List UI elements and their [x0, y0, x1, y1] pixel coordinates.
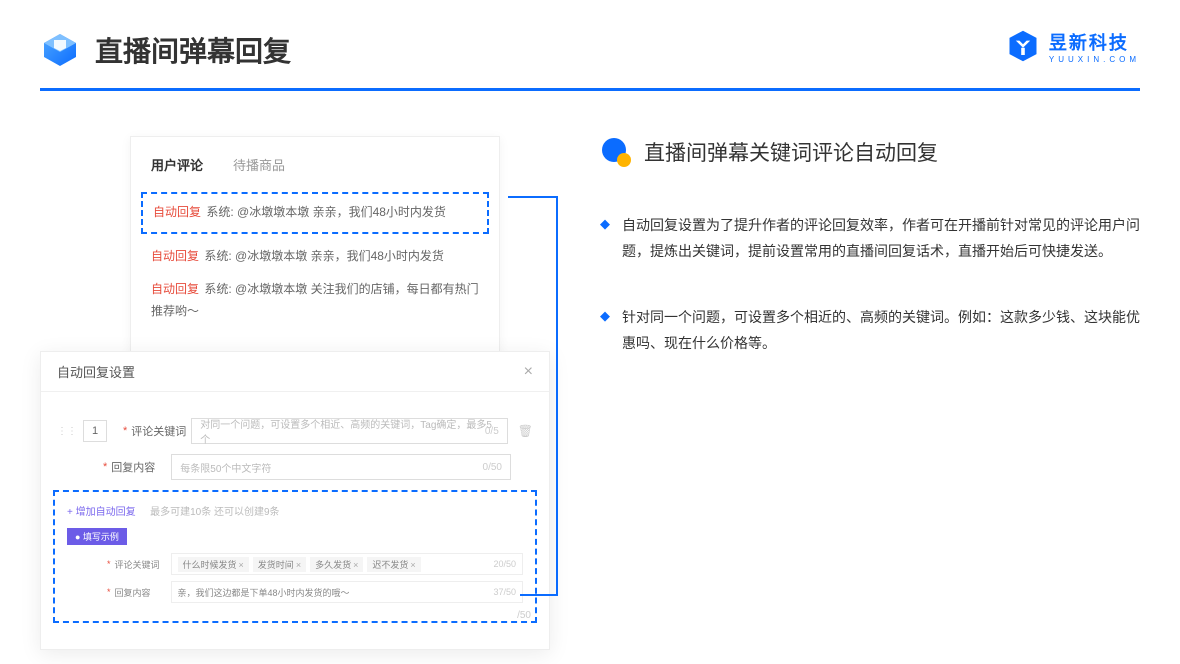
- keyword-chip[interactable]: 迟不发货×: [367, 557, 420, 572]
- close-icon[interactable]: ×: [524, 363, 533, 381]
- side-counter: /50: [517, 610, 531, 621]
- keyword-chip[interactable]: 多久发货×: [310, 557, 363, 572]
- brand-logo: 昱新科技 YUUXIN.COM: [1005, 28, 1140, 64]
- required-icon: *: [103, 461, 107, 473]
- bullet-item: ◆ 自动回复设置为了提升作者的评论回复效率，作者可在开播前针对常见的评论用户问题…: [600, 213, 1140, 265]
- chip-remove-icon[interactable]: ×: [296, 560, 301, 570]
- chip-remove-icon[interactable]: ×: [239, 560, 244, 570]
- comment-text: @冰墩墩本墩 亲亲，我们48小时内发货: [235, 249, 444, 263]
- ex-keyword-counter: 20/50: [493, 559, 516, 569]
- drag-handle-icon[interactable]: ⋮⋮: [57, 426, 77, 437]
- example-content-row: * 回复内容 亲，我们这边都是下单48小时内发货的哦～ 37/50: [67, 581, 523, 603]
- diamond-bullet-icon: ◆: [600, 308, 610, 357]
- ex-content-label: 回复内容: [115, 586, 171, 599]
- comment-text: @冰墩墩本墩 关注我们的店铺，每日都有热门推荐哟～: [151, 282, 479, 318]
- comment-text: @冰墩墩本墩 亲亲，我们48小时内发货: [237, 205, 446, 219]
- diamond-bullet-icon: ◆: [600, 216, 610, 265]
- keyword-input[interactable]: 对同一个问题，可设置多个相近、高频的关键词，Tag确定，最多5个 0/5: [191, 418, 507, 444]
- ex-content-text: 亲，我们这边都是下单48小时内发货的哦～: [178, 586, 350, 599]
- example-tag: ● 填写示例: [67, 528, 127, 545]
- page-title: 直播间弹幕回复: [95, 30, 291, 70]
- example-keyword-row: * 评论关键词 什么时候发货× 发货时间× 多久发货× 迟不发货× 20/50: [67, 553, 523, 575]
- add-hint: 最多可建10条 还可以创建9条: [150, 507, 279, 518]
- required-icon: *: [123, 425, 127, 437]
- bullet-item: ◆ 针对同一个问题，可设置多个相近的、高频的关键词。例如：这款多少钱、这块能优惠…: [600, 305, 1140, 357]
- comment-row-highlighted: 自动回复 系统: @冰墩墩本墩 亲亲，我们48小时内发货: [141, 192, 489, 234]
- left-panel: 用户评论 待播商品 自动回复 系统: @冰墩墩本墩 亲亲，我们48小时内发货 自…: [40, 136, 550, 397]
- ex-keyword-label: 评论关键词: [115, 558, 171, 571]
- tab-pending-goods[interactable]: 待播商品: [233, 155, 285, 174]
- system-label: 系统:: [206, 205, 233, 219]
- auto-reply-tag: 自动回复: [151, 249, 199, 263]
- chip-remove-icon[interactable]: ×: [410, 560, 415, 570]
- section-title: 直播间弹幕关键词评论自动回复: [644, 137, 938, 167]
- ex-keyword-input[interactable]: 什么时候发货× 发货时间× 多久发货× 迟不发货× 20/50: [171, 553, 523, 575]
- comments-tabs: 用户评论 待播商品: [151, 155, 479, 174]
- content-row: * 回复内容 每条限50个中文字符 0/50: [57, 454, 533, 480]
- content-label: 回复内容: [111, 459, 171, 475]
- right-panel: 直播间弹幕关键词评论自动回复 ◆ 自动回复设置为了提升作者的评论回复效率，作者可…: [550, 136, 1140, 397]
- keyword-chip[interactable]: 什么时候发货×: [178, 557, 249, 572]
- keyword-counter: 0/5: [485, 426, 499, 437]
- tab-user-comments[interactable]: 用户评论: [151, 155, 203, 174]
- system-label: 系统:: [204, 249, 231, 263]
- connector-line: [556, 196, 558, 596]
- modal-title: 自动回复设置: [57, 362, 135, 381]
- comment-row: 自动回复 系统: @冰墩墩本墩 亲亲，我们48小时内发货: [151, 246, 479, 268]
- section-title-row: 直播间弹幕关键词评论自动回复: [600, 136, 1140, 168]
- input-placeholder: 每条限50个中文字符: [180, 460, 271, 475]
- chat-bubble-icon: [600, 136, 632, 168]
- example-block: + 增加自动回复 最多可建10条 还可以创建9条 ● 填写示例 * 评论关键词 …: [53, 490, 537, 623]
- comments-panel: 用户评论 待播商品 自动回复 系统: @冰墩墩本墩 亲亲，我们48小时内发货 自…: [130, 136, 500, 375]
- ex-content-input[interactable]: 亲，我们这边都是下单48小时内发货的哦～ 37/50: [171, 581, 523, 603]
- row-number: 1: [83, 420, 107, 442]
- bullet-text: 针对同一个问题，可设置多个相近的、高频的关键词。例如：这款多少钱、这块能优惠吗、…: [622, 305, 1140, 357]
- keyword-label: 评论关键词: [131, 423, 191, 439]
- page-header: 直播间弹幕回复: [0, 0, 1180, 70]
- add-auto-reply-link[interactable]: + 增加自动回复: [67, 507, 136, 518]
- cube-icon: [40, 30, 80, 70]
- content-counter: 0/50: [483, 462, 502, 473]
- required-icon: *: [107, 559, 111, 569]
- keyword-chip[interactable]: 发货时间×: [253, 557, 306, 572]
- system-label: 系统:: [204, 282, 231, 296]
- brand-url: YUUXIN.COM: [1049, 55, 1140, 64]
- connector-line: [508, 196, 558, 198]
- required-icon: *: [107, 587, 111, 597]
- brand-name: 昱新科技: [1049, 29, 1140, 55]
- chip-remove-icon[interactable]: ×: [353, 560, 358, 570]
- content-input[interactable]: 每条限50个中文字符 0/50: [171, 454, 511, 480]
- auto-reply-tag: 自动回复: [151, 282, 199, 296]
- brand-hexagon-icon: [1005, 28, 1041, 64]
- input-placeholder: 对同一个问题，可设置多个相近、高频的关键词，Tag确定，最多5个: [200, 416, 498, 446]
- modal-header: 自动回复设置 ×: [41, 352, 549, 392]
- keyword-row: ⋮⋮ 1 * 评论关键词 对同一个问题，可设置多个相近、高频的关键词，Tag确定…: [57, 418, 533, 444]
- bullet-text: 自动回复设置为了提升作者的评论回复效率，作者可在开播前针对常见的评论用户问题，提…: [622, 213, 1140, 265]
- auto-reply-tag: 自动回复: [153, 205, 201, 219]
- auto-reply-settings-modal: 自动回复设置 × ⋮⋮ 1 * 评论关键词 对同一个问题，可设置多个相近、高频的…: [40, 351, 550, 650]
- trash-icon[interactable]: 🗑: [518, 424, 533, 438]
- connector-line: [520, 594, 558, 596]
- comment-row: 自动回复 系统: @冰墩墩本墩 关注我们的店铺，每日都有热门推荐哟～: [151, 279, 479, 322]
- ex-content-counter: 37/50: [493, 587, 516, 597]
